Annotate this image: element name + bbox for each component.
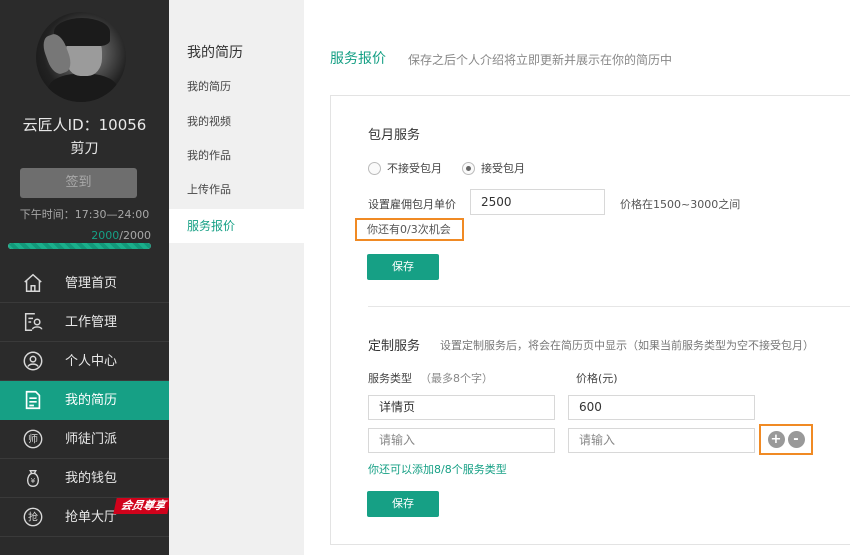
nav-label: 个人中心 [65, 354, 118, 369]
new-service-type-input[interactable]: 请输入 [368, 428, 555, 453]
monthly-save-button[interactable]: 保存 [367, 254, 439, 280]
section-divider [368, 306, 850, 307]
svg-text:¥: ¥ [31, 476, 36, 485]
svg-text:师: 师 [28, 433, 38, 446]
nav-item-my-resume[interactable]: 我的简历 [0, 381, 169, 420]
nav-item-personal-center[interactable]: 个人中心 [0, 342, 169, 381]
page-description: 保存之后个人介绍将立即更新并展示在你的简历中 [408, 53, 673, 67]
nav-label: 我的钱包 [65, 471, 118, 486]
master-icon: 师 [22, 428, 44, 450]
monthly-price-label: 设置雇佣包月单价 [368, 198, 456, 211]
radio-label: 不接受包月 [387, 162, 442, 175]
submenu-item-my-videos[interactable]: 我的视频 [169, 105, 304, 139]
radio-circle [462, 161, 475, 175]
user-circle-icon [22, 350, 44, 372]
submenu-item-my-works[interactable]: 我的作品 [169, 139, 304, 173]
main-nav: 管理首页 工作管理 个人中心 我的简历 师 师徒门派 ¥ 我的钱包 抢 抢单大厅… [0, 264, 171, 537]
progress-current: 2000 [91, 229, 120, 242]
monthly-radio-group: 不接受包月 接受包月 [368, 160, 545, 176]
monthly-service-title: 包月服务 [368, 128, 421, 143]
nav-label: 抢单大厅 [65, 510, 118, 525]
checkin-button[interactable]: 签到 [20, 168, 137, 198]
resume-icon [22, 389, 44, 411]
custom-service-title: 定制服务 [368, 339, 421, 354]
price-range-hint: 价格在1500~3000之间 [620, 198, 741, 211]
add-remove-controls: + - [759, 424, 813, 455]
nav-item-master[interactable]: 师 师徒门派 [0, 420, 169, 459]
grab-order-icon: 抢 [22, 506, 44, 528]
nav-label: 我的简历 [65, 393, 118, 408]
nav-label: 师徒门派 [65, 432, 118, 447]
custom-service-description: 设置定制服务后，将会在简历页中显示（如果当前服务类型为空不接受包月） [440, 339, 814, 352]
nav-label: 工作管理 [65, 315, 118, 330]
service-type-header: 服务类型 （最多8个字） [368, 370, 493, 386]
nav-item-work-manage[interactable]: 工作管理 [0, 303, 169, 342]
nav-item-home[interactable]: 管理首页 [0, 264, 169, 303]
avatar[interactable] [36, 12, 126, 102]
progress-total: /2000 [119, 229, 151, 242]
wallet-icon: ¥ [22, 467, 44, 489]
service-price-input[interactable]: 600 [568, 395, 755, 420]
nav-item-wallet[interactable]: ¥ 我的钱包 [0, 459, 169, 498]
page-title: 服务报价 [330, 51, 386, 67]
radio-label: 接受包月 [481, 162, 525, 175]
nav-label: 管理首页 [65, 276, 118, 291]
service-type-input[interactable]: 详情页 [368, 395, 555, 420]
vip-badge: 会员尊享 [113, 498, 171, 514]
progress-bar [8, 243, 151, 249]
submenu-title: 我的简历 [187, 45, 243, 61]
radio-accept-monthly[interactable]: 接受包月 [462, 160, 525, 176]
page-header: 服务报价 [330, 48, 386, 68]
radio-circle [368, 161, 381, 175]
home-icon [22, 272, 44, 294]
submenu-item-service-pricing[interactable]: 服务报价 [169, 209, 304, 243]
price-header: 价格(元) [576, 372, 618, 385]
submenu-item-my-resume[interactable]: 我的简历 [169, 70, 304, 104]
service-type-header-note: （最多8个字） [420, 372, 493, 385]
work-manage-icon [22, 311, 44, 333]
service-type-header-label: 服务类型 [368, 372, 412, 385]
radio-reject-monthly[interactable]: 不接受包月 [368, 160, 442, 176]
progress-fill [8, 243, 151, 249]
submenu-item-upload-works[interactable]: 上传作品 [169, 173, 304, 207]
monthly-price-input[interactable]: 2500 [470, 189, 605, 215]
user-name: 剪刀 [70, 141, 99, 157]
svg-text:抢: 抢 [28, 511, 38, 524]
main-sidebar: 云匠人ID：10056 剪刀 签到 下午时间：17:30—24:00 2000/… [0, 0, 171, 555]
remove-row-button[interactable]: - [787, 431, 805, 448]
add-service-hint: 你还可以添加8/8个服务类型 [368, 463, 507, 476]
chances-hint: 你还有0/3次机会 [355, 218, 464, 241]
resume-submenu: 我的简历 我的简历 我的视频 我的作品 上传作品 服务报价 [169, 0, 304, 555]
user-id: 云匠人ID：10056 [22, 116, 147, 134]
new-service-price-input[interactable]: 请输入 [568, 428, 755, 453]
add-row-button[interactable]: + [767, 431, 785, 448]
custom-save-button[interactable]: 保存 [367, 491, 439, 517]
work-time: 下午时间：17:30—24:00 [19, 208, 150, 221]
progress-text: 2000/2000 [91, 229, 151, 242]
